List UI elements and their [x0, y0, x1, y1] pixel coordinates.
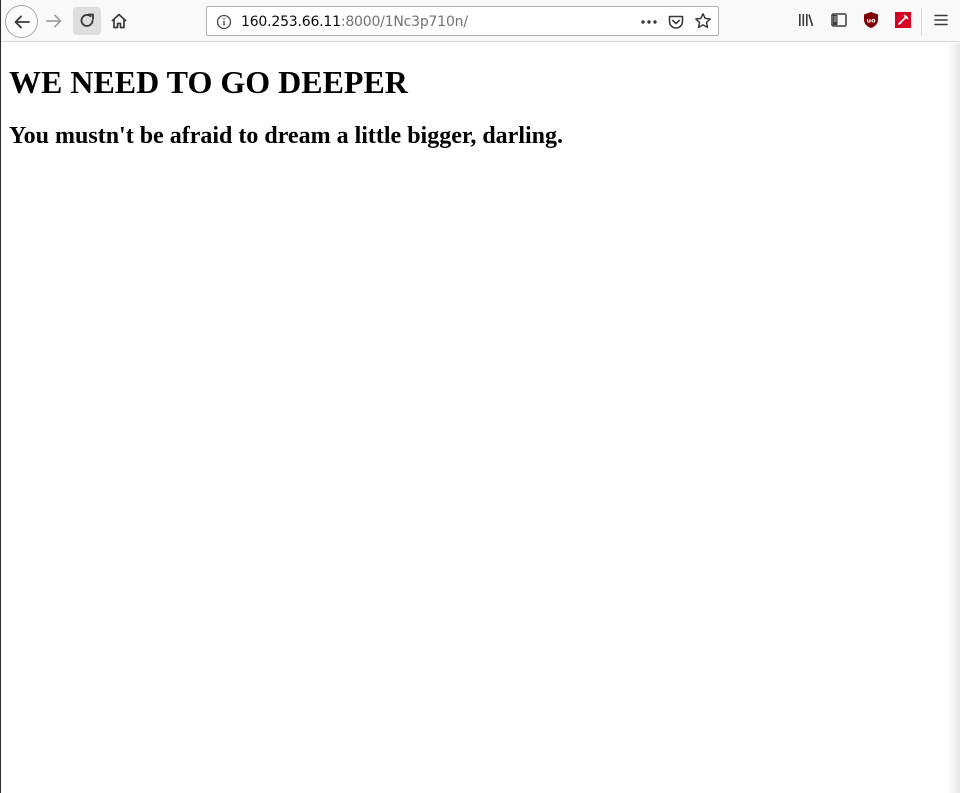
- forward-button[interactable]: [40, 7, 68, 35]
- info-icon[interactable]: [216, 14, 232, 30]
- url-path: :8000/1Nc3p710n/: [340, 14, 468, 30]
- url-host: 160.253.66.11: [241, 14, 341, 30]
- ublock-icon[interactable]: uo: [862, 11, 880, 29]
- home-button[interactable]: [105, 7, 133, 35]
- back-button[interactable]: [5, 5, 38, 38]
- page-content: WE NEED TO GO DEEPER You mustn't be afra…: [1, 43, 947, 793]
- browser-toolbar: 160.253.66.11:8000/1Nc3p710n/ uo: [1, 0, 960, 42]
- pocket-icon[interactable]: [667, 13, 685, 31]
- star-icon[interactable]: [694, 12, 712, 30]
- reload-icon: [80, 13, 94, 27]
- window-edge-shadow: [947, 43, 960, 793]
- sidebar-icon[interactable]: [830, 11, 848, 29]
- home-icon: [111, 13, 127, 29]
- address-bar[interactable]: 160.253.66.11:8000/1Nc3p710n/: [206, 6, 719, 36]
- reload-button[interactable]: [73, 7, 101, 35]
- url-text[interactable]: 160.253.66.11:8000/1Nc3p710n/: [241, 14, 468, 30]
- library-icon[interactable]: [797, 11, 815, 29]
- svg-text:uo: uo: [866, 17, 876, 25]
- page-heading: WE NEED TO GO DEEPER: [9, 64, 408, 100]
- page-subheading: You mustn't be afraid to dream a little …: [9, 123, 564, 149]
- extension-icon[interactable]: [894, 11, 912, 29]
- back-arrow-icon: [14, 15, 30, 28]
- forward-arrow-icon: [46, 14, 62, 28]
- toolbar-separator: [921, 8, 922, 36]
- hamburger-menu-icon[interactable]: [933, 11, 949, 29]
- more-dots-icon[interactable]: [640, 15, 658, 29]
